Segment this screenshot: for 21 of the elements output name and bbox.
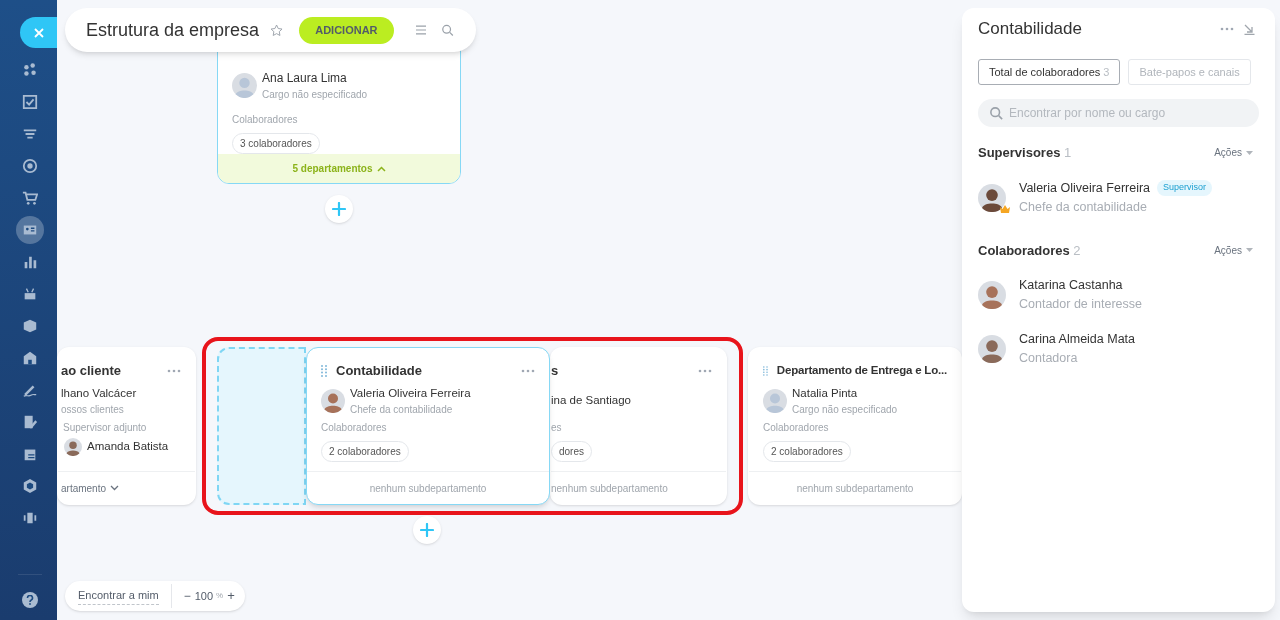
section-label: Colaboradores xyxy=(232,113,299,127)
person-position: Contadora xyxy=(1019,350,1079,367)
section-label: Colaboradores xyxy=(763,421,830,435)
person-position: ossos clientes xyxy=(61,403,125,418)
section-title: Colaboradores 2 xyxy=(978,241,1082,260)
person-position: Cargo não especificado xyxy=(262,88,368,102)
person-position: Chefe da contabilidade xyxy=(1019,198,1148,216)
section-label: Colaboradores xyxy=(321,421,388,435)
person-position: Contador de interesse xyxy=(1019,296,1142,313)
section-label: es xyxy=(551,421,563,435)
zoom-unit: % xyxy=(216,590,224,602)
subdepartments-label: nenhum subdepartamento xyxy=(796,481,914,496)
person-position: Cargo não especificado xyxy=(792,403,898,418)
section-title: Supervisores 1 xyxy=(978,144,1073,162)
subdepartments-label: nenhum subdepartamento xyxy=(551,481,668,496)
person-position: Chefe da contabilidade xyxy=(350,403,454,418)
section-label: Supervisor adjunto xyxy=(63,421,148,435)
subdepartments-label: nenhum subdepartamento xyxy=(369,481,487,496)
panel-title: Contabilidade xyxy=(978,18,1083,41)
role-badge: Supervisor xyxy=(1157,180,1213,196)
zoom-level: 100 xyxy=(194,588,214,604)
